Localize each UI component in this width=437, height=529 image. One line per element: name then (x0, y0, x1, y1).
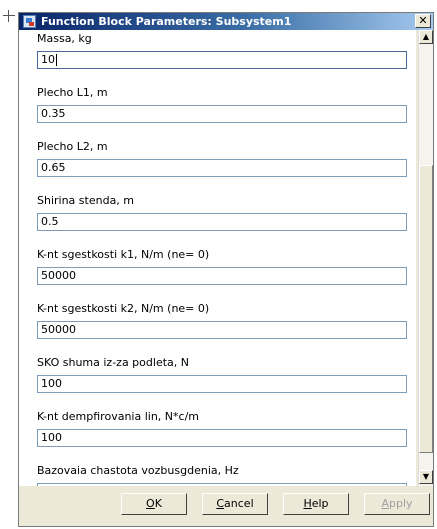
window-title: Function Block Parameters: Subsystem1 (41, 15, 292, 28)
param-input[interactable]: 0.5 (37, 213, 407, 231)
dialog-window: Function Block Parameters: Subsystem1 ✕ … (18, 12, 434, 527)
scroll-up-button[interactable]: ▲ (419, 30, 433, 44)
param-label: Plecho L1, m (37, 86, 108, 99)
param-input[interactable]: 100 (37, 429, 407, 447)
arrow-down-icon: ▼ (422, 472, 430, 481)
crosshair-cursor-icon (3, 10, 15, 22)
param-label: Shirina stenda, m (37, 194, 135, 207)
param-input[interactable]: 10 (37, 51, 407, 69)
param-input[interactable]: 0.35 (37, 105, 407, 123)
close-icon: ✕ (418, 14, 428, 27)
param-input[interactable]: 100 (37, 375, 407, 393)
param-label: Massa, kg (37, 32, 92, 45)
vertical-scrollbar[interactable]: ▲ ▼ (418, 30, 433, 486)
param-label: K-nt sgestkosti k1, N/m (ne= 0) (37, 248, 210, 261)
param-input[interactable]: 0.65 (37, 159, 407, 177)
arrow-up-icon: ▲ (422, 32, 430, 41)
param-label: Bazovaia chastota vozbusgdenia, Hz (37, 464, 239, 477)
param-label: Plecho L2, m (37, 140, 108, 153)
button-bar: OK Cancel Help Apply (19, 486, 433, 526)
scroll-down-button[interactable]: ▼ (419, 470, 433, 484)
scroll-thumb[interactable] (419, 165, 433, 453)
apply-button[interactable]: Apply (364, 493, 430, 515)
help-button[interactable]: Help (283, 493, 349, 515)
ok-button[interactable]: OK (121, 493, 187, 515)
param-input[interactable]: 50000 (37, 267, 407, 285)
param-label: SKO shuma iz-za podleta, N (37, 356, 189, 369)
simulink-icon (23, 15, 36, 28)
param-label: K-nt sgestkosti k2, N/m (ne= 0) (37, 302, 210, 315)
cancel-button[interactable]: Cancel (202, 493, 268, 515)
parameters-panel: Massa, kg 10 Plecho L1, m 0.35 Plecho L2… (19, 30, 416, 486)
close-button[interactable]: ✕ (415, 14, 431, 28)
param-input[interactable]: 50000 (37, 321, 407, 339)
param-label: K-nt dempfirovania lin, N*c/m (37, 410, 199, 423)
title-bar[interactable]: Function Block Parameters: Subsystem1 ✕ (19, 13, 433, 30)
